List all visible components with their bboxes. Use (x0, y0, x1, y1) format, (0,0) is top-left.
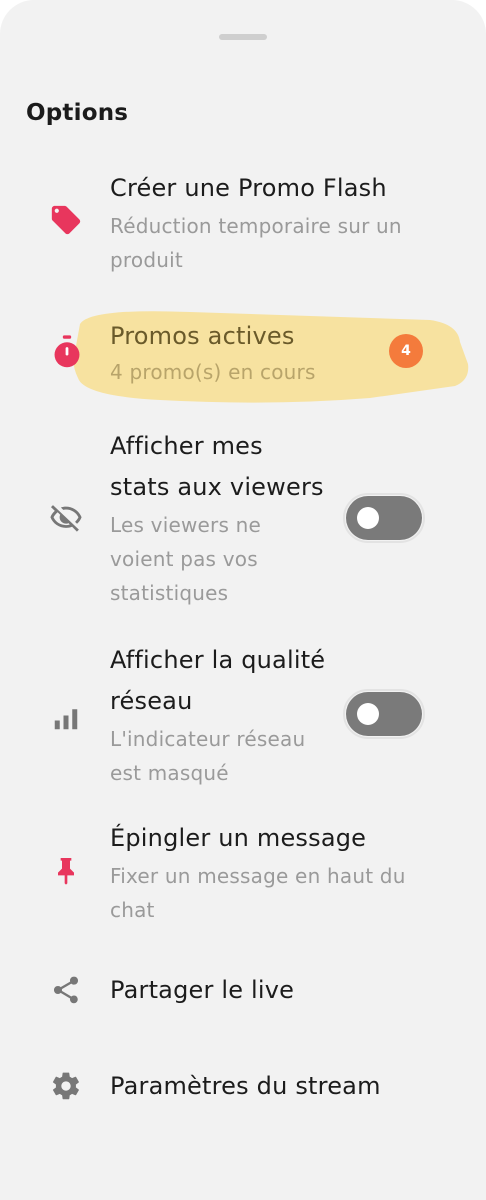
options-bottom-sheet: Options Créer une Promo Flash Réduction … (0, 0, 486, 1200)
sheet-title: Options (26, 100, 129, 126)
menu-item-text: Afficher mes stats aux viewers Les viewe… (110, 426, 324, 610)
show-stats-toggle[interactable] (343, 493, 425, 543)
menu-item-sublabel-line: produit (110, 248, 183, 272)
menu-item-pin-message[interactable]: Épingler un message Fixer un message en … (0, 818, 486, 928)
pin-icon (46, 850, 86, 890)
menu-item-sublabel-line: est masqué (110, 761, 229, 785)
toggle-knob (357, 703, 379, 725)
menu-item-label: Promos actives (110, 322, 295, 350)
menu-item-label: Épingler un message (110, 824, 367, 852)
menu-item-sublabel-line: Réduction temporaire sur un (110, 214, 402, 238)
menu-item-sublabel-line: voient pas vos (110, 547, 258, 571)
menu-item-show-network-quality[interactable]: Afficher la qualité réseau L'indicateur … (0, 640, 486, 790)
menu-item-text: Épingler un message Fixer un message en … (110, 818, 406, 927)
menu-item-sublabel-line: L'indicateur réseau (110, 727, 306, 751)
menu-item-sublabel-line: chat (110, 898, 155, 922)
toggle-knob (357, 507, 379, 529)
menu-item-label-line: stats aux viewers (110, 473, 324, 501)
scroll-fade (0, 1140, 486, 1200)
menu-item-text: Promos actives 4 promo(s) en cours (110, 316, 316, 387)
menu-item-create-flash-promo[interactable]: Créer une Promo Flash Réduction temporai… (0, 166, 486, 276)
drag-handle[interactable] (219, 34, 267, 40)
menu-item-show-stats[interactable]: Afficher mes stats aux viewers Les viewe… (0, 426, 486, 606)
active-promos-count-badge: 4 (389, 334, 423, 368)
menu-item-sublabel-line: 4 promo(s) en cours (110, 360, 316, 384)
menu-item-text: Créer une Promo Flash Réduction temporai… (110, 168, 402, 277)
menu-item-sublabel-line: Les viewers ne (110, 513, 262, 537)
show-network-quality-toggle[interactable] (343, 689, 425, 739)
menu-item-label: Paramètres du stream (110, 1072, 381, 1100)
menu-item-stream-settings[interactable]: Paramètres du stream (0, 1056, 486, 1116)
menu-item-label: Créer une Promo Flash (110, 174, 387, 202)
menu-item-label-line: réseau (110, 687, 193, 715)
tag-icon (46, 200, 86, 240)
menu-item-text: Paramètres du stream (110, 1066, 381, 1107)
menu-item-share-live[interactable]: Partager le live (0, 960, 486, 1020)
menu-item-label: Partager le live (110, 976, 295, 1004)
menu-item-sublabel-line: Fixer un message en haut du (110, 864, 406, 888)
signal-bars-icon (46, 698, 86, 738)
menu-item-sublabel-line: statistiques (110, 581, 229, 605)
menu-item-label-line: Afficher la qualité (110, 646, 326, 674)
gear-icon (46, 1066, 86, 1106)
share-icon (46, 970, 86, 1010)
menu-item-text: Afficher la qualité réseau L'indicateur … (110, 640, 325, 790)
stopwatch-icon (47, 332, 87, 372)
menu-item-label-line: Afficher mes (110, 432, 263, 460)
eye-off-icon (46, 498, 86, 538)
menu-item-text: Partager le live (110, 970, 294, 1011)
